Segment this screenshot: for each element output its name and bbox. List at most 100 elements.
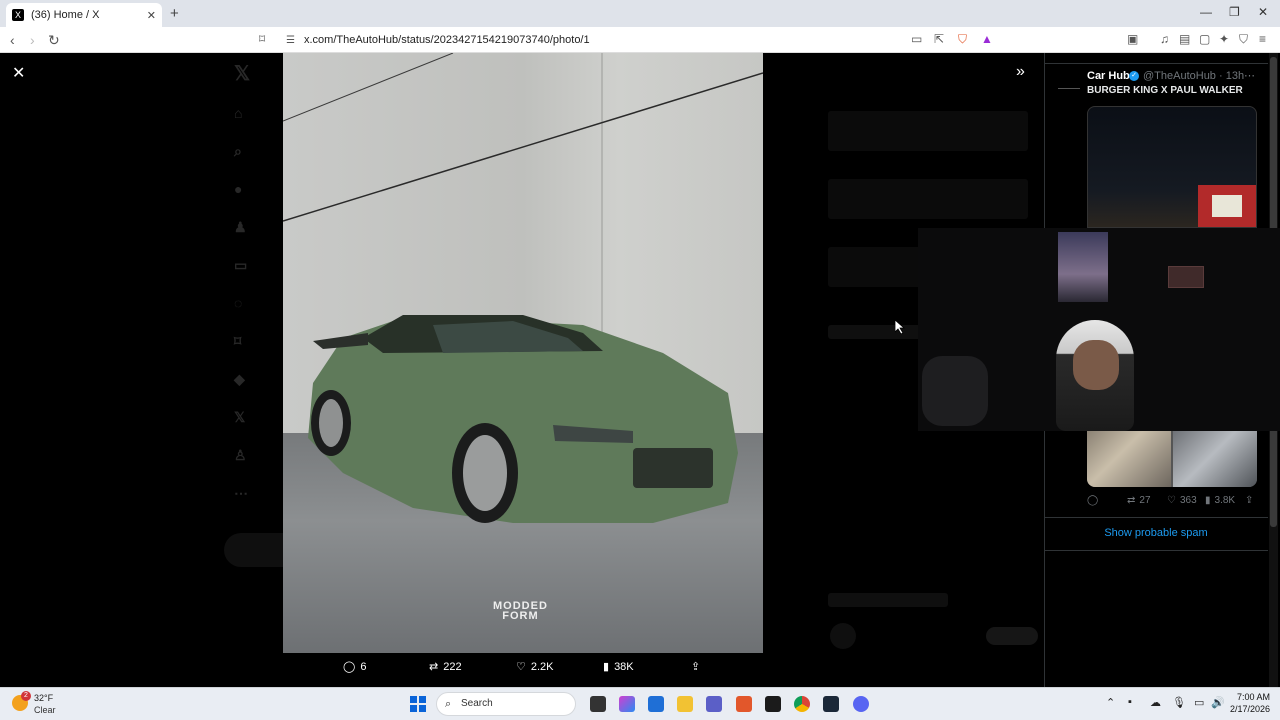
reply-icon: ◯	[1087, 495, 1099, 506]
store-icon[interactable]	[648, 696, 664, 712]
weather-condition: Clear	[34, 705, 56, 715]
verified-badge-icon: ✓	[1129, 71, 1139, 81]
brave-shield-icon[interactable]: ⛉	[958, 32, 967, 47]
vpn-icon[interactable]: ⛉	[1239, 32, 1248, 47]
more-options-icon[interactable]: ⋯	[1244, 69, 1255, 82]
android-app-icon[interactable]	[765, 696, 781, 712]
display-icon[interactable]: ▭	[1194, 696, 1204, 709]
rewards-icon[interactable]: ▲	[981, 32, 993, 46]
x-logo-icon: X	[12, 9, 24, 21]
reload-icon[interactable]: ↻	[48, 32, 60, 49]
explore-icon: ⌕	[234, 143, 242, 159]
url-field[interactable]: ☰ x.com/TheAutoHub/status/20234271542190…	[282, 31, 998, 50]
modded-form-watermark: MODDED FORM	[493, 600, 548, 622]
share-button[interactable]: ⇪	[691, 660, 700, 673]
reply-icon: ◯	[343, 661, 356, 673]
car-illustration	[283, 53, 763, 523]
tweet-media-thumbnails[interactable]	[1087, 431, 1257, 487]
author-name[interactable]: Car Hub	[1087, 70, 1130, 82]
x-logo-icon: 𝕏	[234, 63, 251, 85]
notifications-icon: ●	[234, 181, 243, 197]
back-icon[interactable]: ‹	[10, 32, 15, 48]
steam-icon[interactable]	[823, 696, 839, 712]
start-button[interactable]	[410, 696, 426, 712]
cast-icon[interactable]: ▭	[911, 32, 922, 46]
sidebar-icon[interactable]: ▣	[1127, 32, 1138, 46]
heart-icon: ♡	[1167, 495, 1176, 506]
site-settings-icon[interactable]: ☰	[286, 31, 295, 50]
thumbnail-image[interactable]	[1087, 431, 1171, 487]
clock-date: 2/17/2026	[1229, 704, 1270, 714]
views-count: 38K	[614, 660, 634, 673]
show-probable-spam-link[interactable]: Show probable spam	[1044, 527, 1268, 539]
close-tab-icon[interactable]: ✕	[147, 9, 156, 22]
repost-icon: ⇄	[1127, 495, 1136, 506]
reply-count: 6	[360, 660, 367, 673]
views-button[interactable]: ▮ 3.8K	[1205, 495, 1235, 506]
clock-time: 7:00 AM	[1236, 692, 1270, 702]
copilot-icon[interactable]	[619, 696, 635, 712]
brave-browser-icon[interactable]	[736, 696, 752, 712]
share-icon: ⇪	[691, 661, 701, 673]
repost-icon: ⇄	[429, 661, 439, 673]
profile-icon: ♙	[234, 447, 247, 463]
clock[interactable]: 7:00 AM 2/17/2026	[1222, 691, 1270, 715]
minimize-icon[interactable]: —	[1200, 5, 1212, 19]
avatar[interactable]	[1058, 75, 1080, 89]
share-button[interactable]: ⇪	[1245, 495, 1253, 506]
webcam-overlay	[918, 228, 1280, 431]
wallet-icon[interactable]: ▢	[1199, 32, 1210, 46]
views-button[interactable]: ▮ 38K	[603, 660, 634, 674]
chrome-icon[interactable]	[794, 696, 810, 712]
window-close-icon[interactable]: ✕	[1258, 5, 1268, 19]
home-icon: ⌂	[234, 105, 243, 121]
more-icon: ⋯	[234, 485, 248, 501]
reply-button[interactable]: ◯	[1087, 495, 1098, 506]
restore-icon[interactable]: ❐	[1229, 5, 1240, 19]
tweet-text: BURGER KING X PAUL WALKER	[1087, 85, 1243, 96]
leo-icon[interactable]: ✦	[1219, 32, 1229, 46]
bookmarks-icon: ⌑	[234, 333, 242, 349]
share-icon: ⇪	[1245, 495, 1254, 506]
chat-icon: ▭	[234, 257, 248, 273]
bookmark-icon[interactable]: ⌑	[259, 32, 265, 46]
new-tab-icon[interactable]: +	[170, 5, 179, 22]
taskbar: 2 32°F Clear ⌕ Search ⌃ ▪ ☁ 🎙 ▭ 🔊 7:00 A…	[0, 687, 1280, 720]
search-icon: ⌕	[445, 698, 452, 710]
like-count: 2.2K	[530, 660, 554, 673]
tweet-media[interactable]	[1087, 106, 1257, 228]
task-view-icon[interactable]	[590, 696, 606, 712]
like-button[interactable]: ♡ 363	[1167, 495, 1197, 506]
like-button[interactable]: ♡ 2.2K	[516, 660, 554, 674]
views-icon: ▮	[603, 661, 610, 673]
microphone-icon[interactable]: 🎙	[1172, 696, 1186, 709]
menu-icon[interactable]: ≡	[1259, 32, 1266, 46]
file-explorer-icon[interactable]	[677, 696, 693, 712]
address-bar-row: ‹ › ↻ ⌑ ☰ x.com/TheAutoHub/status/202342…	[0, 27, 1280, 53]
thumbnail-image[interactable]	[1173, 431, 1257, 487]
forward-icon[interactable]: ›	[30, 32, 35, 48]
repost-button[interactable]: ⇄ 27	[1127, 495, 1151, 506]
discord-icon[interactable]	[853, 696, 869, 712]
browser-tab[interactable]: X (36) Home / X ✕	[6, 3, 162, 27]
browser-tab-bar: X (36) Home / X ✕ + — ❐ ✕	[0, 0, 1280, 27]
mouse-cursor-icon	[895, 320, 905, 334]
app-tray-icon[interactable]: ▪	[1128, 696, 1132, 708]
notification-badge: 2	[21, 691, 31, 701]
double-chevron-right-icon[interactable]: »	[1016, 63, 1025, 81]
tweet-photo[interactable]: MODDED FORM	[283, 53, 763, 653]
repost-button[interactable]: ⇄ 222	[429, 660, 462, 674]
share-icon[interactable]: ⇱	[934, 32, 944, 46]
media-icon[interactable]: ♫	[1160, 32, 1169, 46]
reader-icon[interactable]: ▤	[1179, 32, 1190, 46]
teams-icon[interactable]	[706, 696, 722, 712]
close-viewer-icon[interactable]: ✕	[12, 63, 25, 83]
onedrive-icon[interactable]: ☁	[1150, 696, 1161, 709]
chevron-up-icon[interactable]: ⌃	[1106, 696, 1115, 709]
reply-button[interactable]: ◯ 6	[343, 660, 367, 674]
taskbar-search[interactable]: ⌕ Search	[436, 692, 576, 716]
temperature: 32°F	[34, 693, 54, 703]
photo-action-bar: ◯ 6 ⇄ 222 ♡ 2.2K ▮ 38K ⇪	[283, 660, 763, 680]
author-handle-time[interactable]: @TheAutoHub · 13h	[1143, 70, 1244, 82]
follow-icon: ♟	[234, 219, 247, 235]
